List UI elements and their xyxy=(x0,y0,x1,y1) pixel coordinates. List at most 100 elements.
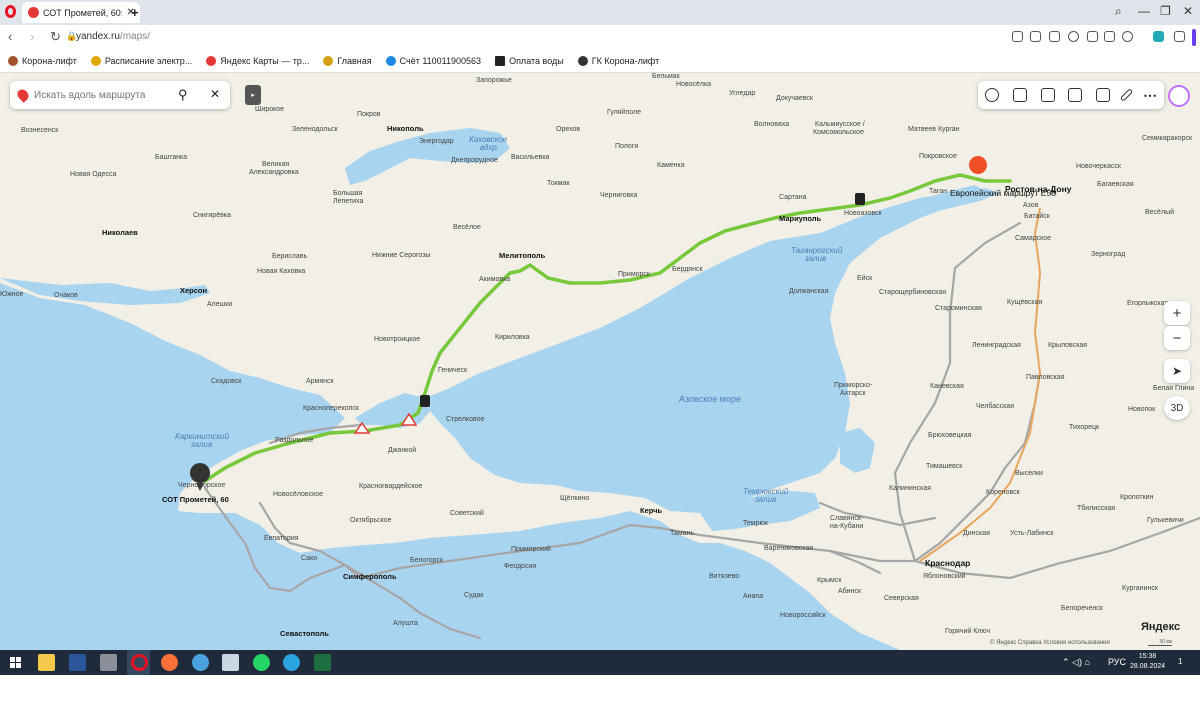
bookmark-item[interactable]: Главная xyxy=(323,56,372,66)
3d-button[interactable]: 3D xyxy=(1164,396,1190,420)
map-label: Запорожье xyxy=(476,77,512,84)
map-label: Кропоткин xyxy=(1120,494,1154,501)
map-label: Тамань xyxy=(670,530,695,537)
map-label: Стрелковое xyxy=(446,416,485,423)
zoom-in-button[interactable]: + xyxy=(1164,301,1190,325)
send-icon[interactable] xyxy=(1012,31,1023,42)
map-label: Керчь xyxy=(640,506,663,515)
map-label: Черноморское xyxy=(178,482,226,489)
excel-icon[interactable] xyxy=(314,654,331,671)
camera-icon[interactable] xyxy=(1040,88,1055,102)
ruler-icon[interactable] xyxy=(1119,88,1134,102)
new-tab-button[interactable]: + xyxy=(131,5,139,20)
map-label: Ейск xyxy=(857,275,873,282)
heart-icon[interactable] xyxy=(1068,31,1079,42)
more-icon[interactable]: ⋯ xyxy=(1143,87,1157,104)
map-label: Кириловка xyxy=(495,334,530,341)
url-field[interactable]: yandex.ru/maps/ xyxy=(76,31,150,42)
close-icon[interactable]: ✕ xyxy=(210,87,220,101)
vpn-icon[interactable] xyxy=(1153,31,1164,42)
extensions-icon[interactable] xyxy=(1174,31,1185,42)
download-icon[interactable] xyxy=(1087,31,1098,42)
map-label: Херсон xyxy=(180,286,208,295)
search-icon[interactable]: ⚲ xyxy=(178,87,188,103)
map-label: Варениковская xyxy=(764,545,814,552)
bookmark-item[interactable]: Счёт 110011900563 xyxy=(385,56,481,66)
map-label: Днепрорудное xyxy=(451,157,498,164)
map-label: Октябрьское xyxy=(350,517,392,524)
maximize-button[interactable]: ❐ xyxy=(1160,4,1171,18)
browser-tab[interactable]: СОТ Прометей, 60: как до ✕ xyxy=(22,2,140,23)
easy-setup-icon[interactable] xyxy=(1104,31,1115,42)
gas-station-marker-2 xyxy=(420,395,430,407)
telegram-icon[interactable] xyxy=(283,654,300,671)
map-label: Николаев xyxy=(102,228,138,237)
file-explorer-icon[interactable] xyxy=(38,654,55,671)
copyright-text[interactable]: © Яндекс Справка Условия использования xyxy=(990,640,1110,646)
url-host: yandex.ru xyxy=(76,31,120,42)
bookmark-item[interactable]: Расписание электр... xyxy=(90,56,192,66)
map-label: Азов xyxy=(1023,202,1039,209)
zoom-out-button[interactable]: − xyxy=(1164,326,1190,350)
map-label: Скадовск xyxy=(211,378,242,385)
map-label: на-Кубани xyxy=(830,523,864,530)
profile-icon[interactable] xyxy=(1122,31,1133,42)
collapse-panel-button[interactable]: ▸ xyxy=(245,85,261,105)
opera-icon[interactable] xyxy=(131,654,148,671)
forward-button[interactable]: › xyxy=(30,29,34,44)
map-label: Щёлкино xyxy=(560,495,590,502)
clock[interactable]: 15:38 28.08.2024 xyxy=(1130,652,1165,672)
map-label: Пологи xyxy=(615,143,639,150)
word-icon[interactable] xyxy=(69,654,86,671)
map-label: Армянск xyxy=(306,378,334,385)
user-avatar[interactable] xyxy=(1168,85,1190,107)
close-window-button[interactable]: ✕ xyxy=(1183,4,1193,18)
map-label: Брюховецкая xyxy=(928,432,972,439)
map-label: Тимашевск xyxy=(926,463,963,470)
browser-tab-bar: СОТ Прометей, 60: как до ✕ + ⌕ — ❐ ✕ xyxy=(0,0,1200,25)
map-label: Акимовка xyxy=(479,276,511,283)
map-label: Алешки xyxy=(207,301,233,308)
map-label: Великая xyxy=(262,161,290,168)
bookmark-favicon-icon xyxy=(206,56,217,66)
bookmark-item[interactable]: Корона-лифт xyxy=(8,56,77,66)
bookmark-item[interactable]: Оплата воды xyxy=(495,56,564,66)
route-search-box[interactable]: ⚲ ✕ xyxy=(10,81,230,109)
sidebar-toggle[interactable] xyxy=(1192,29,1196,46)
language-indicator[interactable]: РУС xyxy=(1108,657,1126,667)
map-label: Докучаевск xyxy=(776,95,813,102)
windows-start-icon[interactable] xyxy=(10,657,21,668)
notification-count[interactable]: 1 xyxy=(1178,657,1182,666)
whatsapp-icon[interactable] xyxy=(253,654,270,671)
map-label: Тихорецк xyxy=(1069,424,1100,431)
transport-icon[interactable] xyxy=(1068,88,1083,102)
map-label: Крыловская xyxy=(1048,342,1088,349)
opera-menu-icon[interactable] xyxy=(5,5,16,18)
layers-icon[interactable] xyxy=(984,88,999,102)
map-label: Бериславь xyxy=(272,253,308,260)
minimize-button[interactable]: — xyxy=(1138,4,1150,18)
calculator-icon[interactable] xyxy=(100,654,117,671)
map-canvas[interactable]: Запорожье Бельмак Новосёлка Угледар Доку… xyxy=(0,73,1200,650)
paint-icon[interactable] xyxy=(222,654,239,671)
route-search-input[interactable] xyxy=(32,88,166,102)
reload-button[interactable]: ↻ xyxy=(50,29,61,45)
map-label: Анапа xyxy=(743,593,764,600)
network-app-icon[interactable] xyxy=(192,654,209,671)
map-label: Очаков xyxy=(54,292,78,299)
bookmark-item[interactable]: Яндекс Карты — тр... xyxy=(206,56,309,66)
map-style-icon[interactable] xyxy=(1096,88,1111,102)
play-icon[interactable] xyxy=(1049,31,1060,42)
locate-button[interactable]: ➤ xyxy=(1164,359,1190,383)
panorama-icon[interactable] xyxy=(1012,88,1027,102)
back-button[interactable]: ‹ xyxy=(8,29,12,44)
map-label: Таган xyxy=(929,188,948,195)
system-tray[interactable]: ⌃ ◁) ⌂ xyxy=(1062,657,1090,668)
clock-date: 28.08.2024 xyxy=(1130,663,1166,670)
tab-search-icon[interactable]: ⌕ xyxy=(1115,4,1122,19)
map-label: Приморский xyxy=(511,546,551,553)
bookmark-item[interactable]: ГК Корона-лифт xyxy=(577,56,659,66)
firefox-icon[interactable] xyxy=(161,654,178,671)
camera-icon[interactable] xyxy=(1030,31,1041,42)
map-label: Витязево xyxy=(709,573,740,580)
